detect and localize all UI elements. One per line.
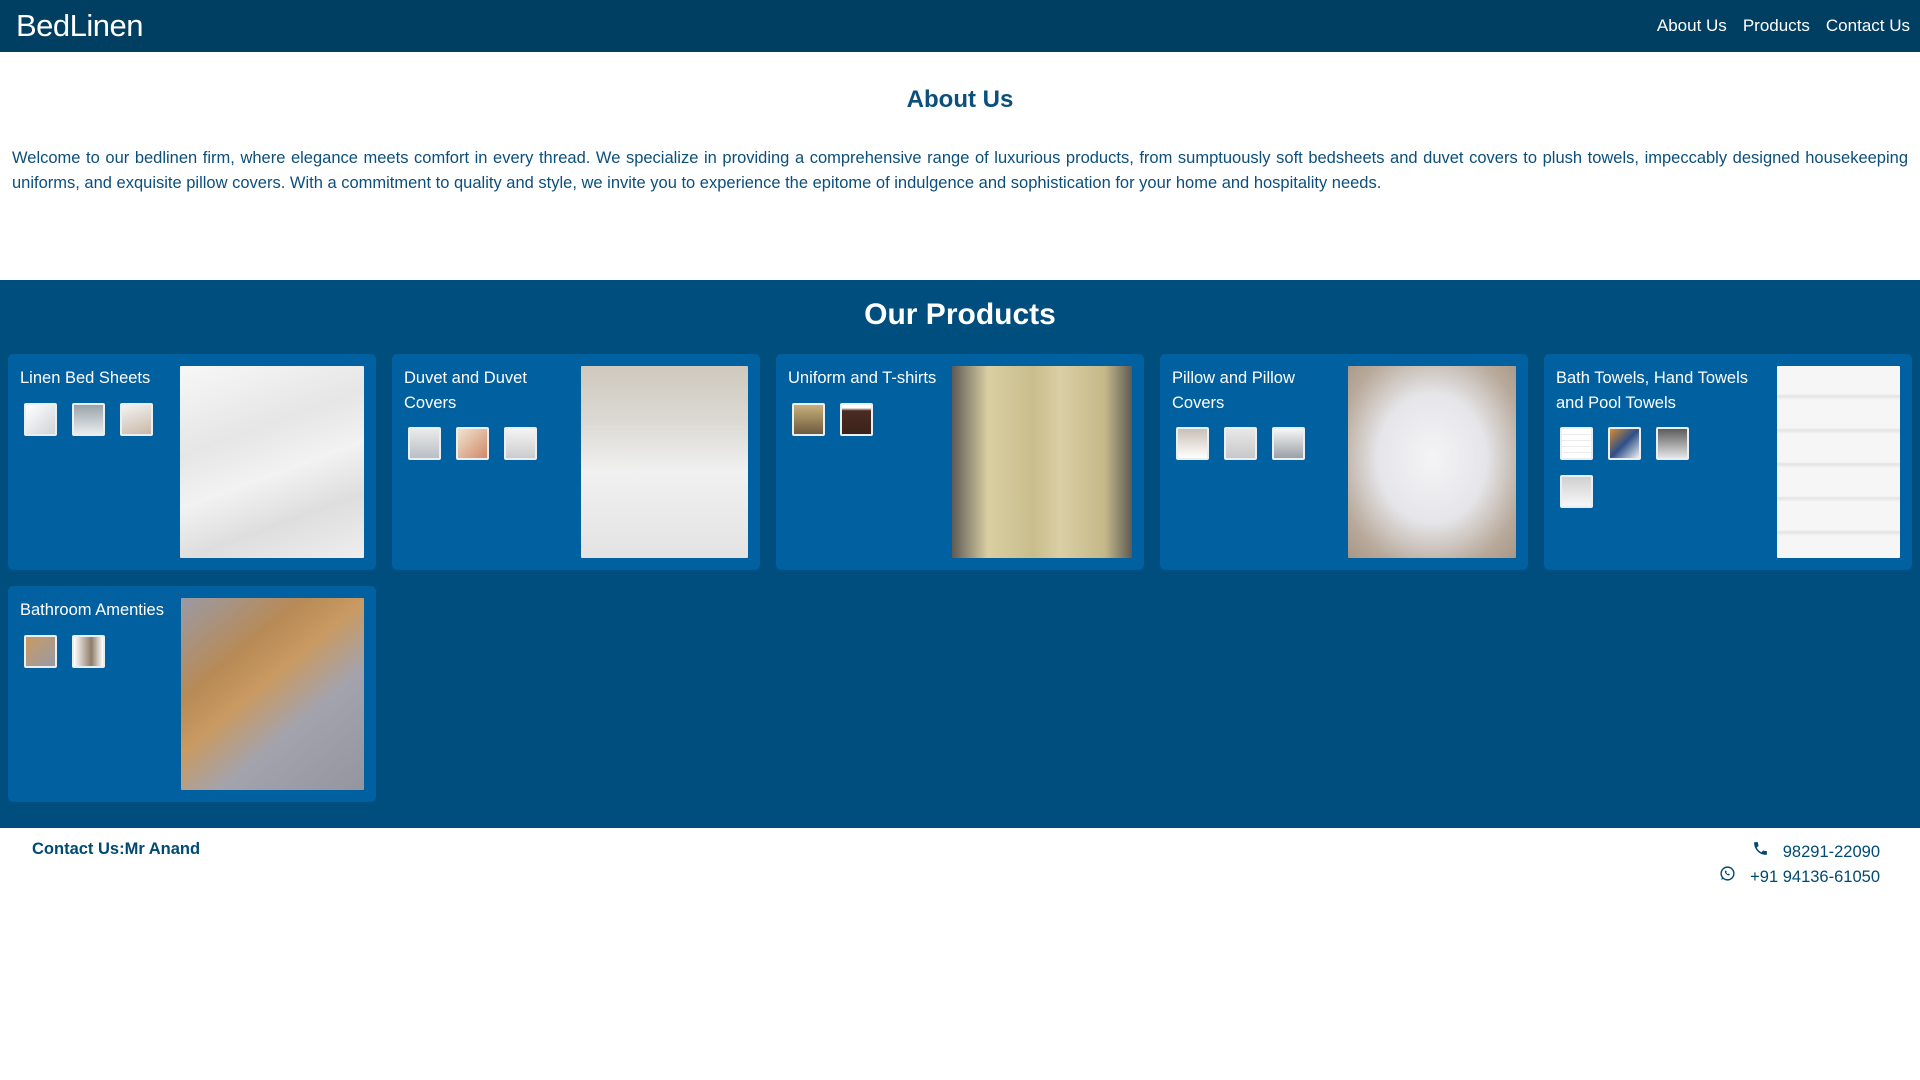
product-title[interactable]: Uniform and T-shirts bbox=[788, 366, 948, 391]
product-card-uniform[interactable]: Uniform and T-shirts bbox=[776, 354, 1144, 570]
thumbnail-list bbox=[1556, 427, 1706, 508]
product-title[interactable]: Bath Towels, Hand Towels and Pool Towels bbox=[1556, 366, 1756, 415]
nav-links: About Us Products Contact Us bbox=[1657, 16, 1910, 36]
nav-link-contact[interactable]: Contact Us bbox=[1826, 16, 1910, 36]
thumbnail-list bbox=[20, 634, 180, 668]
product-thumbnail[interactable] bbox=[1176, 427, 1209, 460]
product-thumbnail[interactable] bbox=[72, 634, 105, 668]
products-title: Our Products bbox=[864, 298, 1056, 331]
whatsapp-icon bbox=[1719, 865, 1736, 890]
product-title[interactable]: Linen Bed Sheets bbox=[20, 366, 180, 391]
product-card-duvet[interactable]: Duvet and Duvet Covers bbox=[392, 354, 760, 570]
phone-row[interactable]: 98291-22090 bbox=[1752, 840, 1880, 865]
nav-link-products[interactable]: Products bbox=[1743, 16, 1810, 36]
product-thumbnail[interactable] bbox=[1656, 427, 1689, 460]
product-thumbnail[interactable] bbox=[72, 402, 105, 436]
about-text: Welcome to our bedlinen firm, where eleg… bbox=[12, 149, 1908, 192]
product-image[interactable] bbox=[180, 366, 364, 558]
product-thumbnail[interactable] bbox=[456, 427, 489, 460]
product-thumbnail[interactable] bbox=[1560, 475, 1593, 508]
product-image[interactable] bbox=[1777, 366, 1900, 558]
thumbnail-list bbox=[20, 402, 180, 436]
product-thumbnail[interactable] bbox=[504, 427, 537, 460]
product-thumbnail[interactable] bbox=[408, 427, 441, 460]
thumbnail-list bbox=[1172, 427, 1332, 460]
product-thumbnail[interactable] bbox=[1608, 427, 1641, 460]
thumbnail-list bbox=[788, 402, 948, 436]
product-image[interactable] bbox=[181, 598, 364, 790]
product-grid: Linen Bed Sheets Duvet and Duvet Covers bbox=[0, 354, 1920, 802]
whatsapp-number[interactable]: +91 94136-61050 bbox=[1750, 865, 1880, 890]
whatsapp-row[interactable]: +91 94136-61050 bbox=[1719, 865, 1880, 890]
product-title[interactable]: Bathroom Amenties bbox=[20, 598, 180, 623]
product-thumbnail[interactable] bbox=[792, 402, 825, 436]
product-thumbnail[interactable] bbox=[1272, 427, 1305, 460]
product-thumbnail[interactable] bbox=[1560, 427, 1593, 460]
product-thumbnail[interactable] bbox=[840, 402, 873, 436]
brand-logo[interactable]: BedLinen bbox=[16, 8, 144, 44]
product-thumbnail[interactable] bbox=[1224, 427, 1257, 460]
product-thumbnail[interactable] bbox=[24, 402, 57, 436]
navbar: BedLinen About Us Products Contact Us bbox=[0, 0, 1920, 52]
product-card-bed-sheets[interactable]: Linen Bed Sheets bbox=[8, 354, 376, 570]
phone-icon bbox=[1752, 840, 1769, 865]
product-card-pillow[interactable]: Pillow and Pillow Covers bbox=[1160, 354, 1528, 570]
product-thumbnail[interactable] bbox=[120, 402, 153, 436]
about-section: About Us Welcome to our bedlinen firm, w… bbox=[0, 52, 1920, 280]
products-section: Our Products Linen Bed Sheets Duvet and … bbox=[0, 280, 1920, 828]
product-image[interactable] bbox=[952, 366, 1132, 558]
footer: Contact Us:Mr Anand 98291-22090 +91 9413… bbox=[0, 828, 1920, 889]
product-image[interactable] bbox=[581, 366, 748, 558]
product-image[interactable] bbox=[1348, 366, 1516, 558]
thumbnail-list bbox=[404, 427, 564, 460]
product-thumbnail[interactable] bbox=[24, 634, 57, 668]
phone-number[interactable]: 98291-22090 bbox=[1783, 840, 1880, 865]
product-title[interactable]: Duvet and Duvet Covers bbox=[404, 366, 564, 415]
contact-name: Contact Us:Mr Anand bbox=[32, 840, 201, 858]
product-title[interactable]: Pillow and Pillow Covers bbox=[1172, 366, 1332, 415]
nav-link-about[interactable]: About Us bbox=[1657, 16, 1727, 36]
product-card-amenities[interactable]: Bathroom Amenties bbox=[8, 586, 376, 802]
about-title: About Us bbox=[906, 86, 1014, 113]
phone-list: 98291-22090 +91 94136-61050 bbox=[1719, 840, 1880, 889]
product-card-towels[interactable]: Bath Towels, Hand Towels and Pool Towels bbox=[1544, 354, 1912, 570]
